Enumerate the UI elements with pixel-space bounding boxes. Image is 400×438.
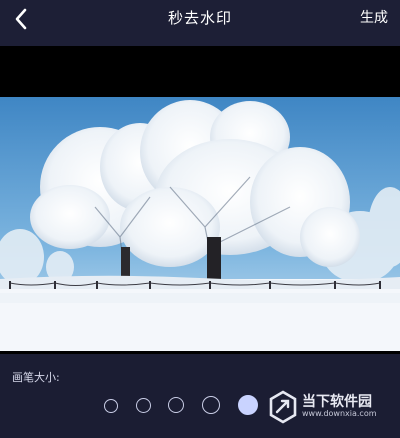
brush-size-2[interactable] <box>136 398 151 413</box>
watermark-url: www.downxia.com <box>302 409 377 419</box>
site-watermark: 当下软件园 www.downxia.com <box>268 386 396 428</box>
photo-image[interactable] <box>0 97 400 351</box>
generate-button[interactable]: 生成 <box>360 7 388 27</box>
brush-size-1[interactable] <box>104 399 118 413</box>
page-title: 秒去水印 <box>167 9 232 27</box>
downxia-logo-icon <box>269 390 297 424</box>
brush-size-3[interactable] <box>168 397 184 413</box>
editing-canvas[interactable] <box>0 46 400 354</box>
brush-size-5[interactable] <box>238 395 258 415</box>
brush-size-label: 画笔大小: <box>12 371 60 384</box>
brush-size-4[interactable] <box>202 396 220 414</box>
top-bar: 秒去水印 生成 <box>0 0 400 46</box>
watermark-name: 当下软件园 <box>302 394 372 411</box>
